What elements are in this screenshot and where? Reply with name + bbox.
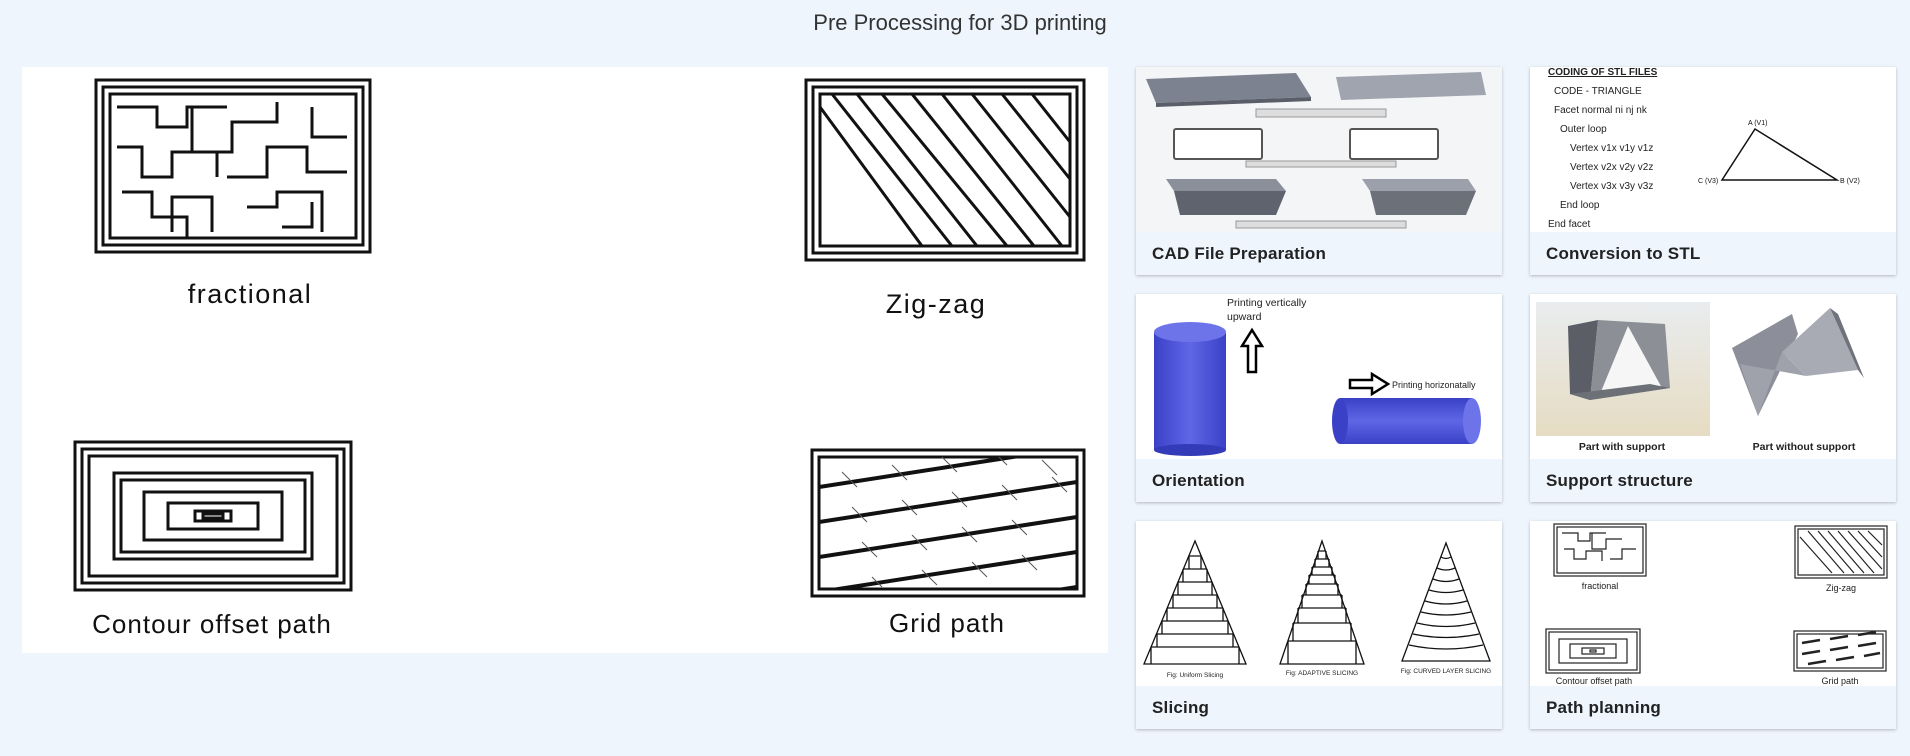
stl-line: CODE - TRIANGLE — [1554, 86, 1642, 97]
pp-label: Zig-zag — [1826, 583, 1856, 593]
main-preview-image: fractional Zig-zag Contour offset path G… — [22, 67, 1108, 653]
pp-label: fractional — [1582, 581, 1619, 591]
stl-line: Outer loop — [1560, 124, 1607, 135]
card-caption: Support structure — [1530, 459, 1896, 502]
orientation-thumbnail: Printing vertically upward Printing hori… — [1136, 294, 1502, 459]
cad-thumbnail — [1136, 67, 1502, 232]
card-cad-file-preparation[interactable]: CAD File Preparation — [1136, 67, 1502, 275]
card-slicing[interactable]: Fig: Uniform Slicing Fig: ADAPTIVE SLICI… — [1136, 521, 1502, 729]
card-caption: CAD File Preparation — [1136, 232, 1502, 275]
contour-offset-pattern — [73, 440, 353, 592]
card-caption: Path planning — [1530, 686, 1896, 729]
card-path-planning[interactable]: fractional Zig-zag Contour offset path G… — [1530, 521, 1896, 729]
stl-line: Facet normal ni nj nk — [1554, 105, 1648, 116]
curved-slicing-figure — [1401, 541, 1491, 662]
pp-label: Contour offset path — [1556, 676, 1632, 686]
path-planning-thumbnail: fractional Zig-zag Contour offset path G… — [1530, 521, 1896, 686]
slicing-label: Fig: ADAPTIVE SLICING — [1286, 670, 1358, 677]
card-caption: Slicing — [1136, 686, 1502, 729]
stl-heading: CODING OF STL FILES — [1548, 67, 1658, 78]
slicing-label: Fig: Uniform Slicing — [1167, 672, 1224, 679]
vertex-label: B (V2) — [1840, 178, 1860, 185]
pp-label: Grid path — [1821, 676, 1858, 686]
slicing-label: Fig: CURVED LAYER SLICING — [1401, 668, 1491, 675]
stl-line: End loop — [1560, 200, 1600, 211]
vertex-label: A (V1) — [1748, 120, 1767, 127]
stl-line: Vertex v1x v1y v1z — [1570, 143, 1653, 154]
horizontal-label: Printing horizonatally — [1392, 380, 1476, 390]
stl-line: End facet — [1548, 219, 1590, 230]
arrow-right-icon — [1348, 371, 1391, 397]
label-fractional: fractional — [188, 279, 313, 309]
card-conversion-to-stl[interactable]: CODING OF STL FILES CODE - TRIANGLE Face… — [1530, 67, 1896, 275]
card-support-structure[interactable]: Part with support Part without support S… — [1530, 294, 1896, 502]
vertical-label: Printing vertically — [1227, 297, 1307, 309]
label-contour: Contour offset path — [92, 609, 332, 639]
zigzag-pattern — [804, 78, 1086, 262]
support-thumbnail: Part with support Part without support — [1530, 294, 1896, 459]
slicing-thumbnail: Fig: Uniform Slicing Fig: ADAPTIVE SLICI… — [1136, 521, 1502, 686]
stl-line: Vertex v3x v3y v3z — [1570, 181, 1653, 192]
arrow-up-icon — [1239, 327, 1265, 374]
fractional-pattern — [94, 78, 372, 254]
card-orientation[interactable]: Printing vertically upward Printing hori… — [1136, 294, 1502, 502]
uniform-slicing-figure — [1143, 539, 1247, 665]
vertex-label: C (V3) — [1698, 178, 1718, 185]
path-patterns-figure: fractional Zig-zag Contour offset path G… — [73, 78, 1086, 639]
label-zigzag: Zig-zag — [886, 289, 987, 319]
stl-thumbnail: CODING OF STL FILES CODE - TRIANGLE Face… — [1530, 67, 1896, 232]
adaptive-slicing-figure — [1279, 538, 1365, 665]
stl-line: Vertex v2x v2y v2z — [1570, 162, 1653, 173]
label-grid: Grid path — [889, 608, 1005, 638]
grid-path-pattern — [810, 448, 1086, 598]
vertical-label: upward — [1227, 311, 1262, 323]
stl-triangle — [1720, 127, 1840, 181]
card-caption: Conversion to STL — [1530, 232, 1896, 275]
support-with-label: Part with support — [1579, 441, 1666, 453]
page-title: Pre Processing for 3D printing — [813, 10, 1107, 35]
support-without-label: Part without support — [1753, 441, 1856, 453]
card-caption: Orientation — [1136, 459, 1502, 502]
